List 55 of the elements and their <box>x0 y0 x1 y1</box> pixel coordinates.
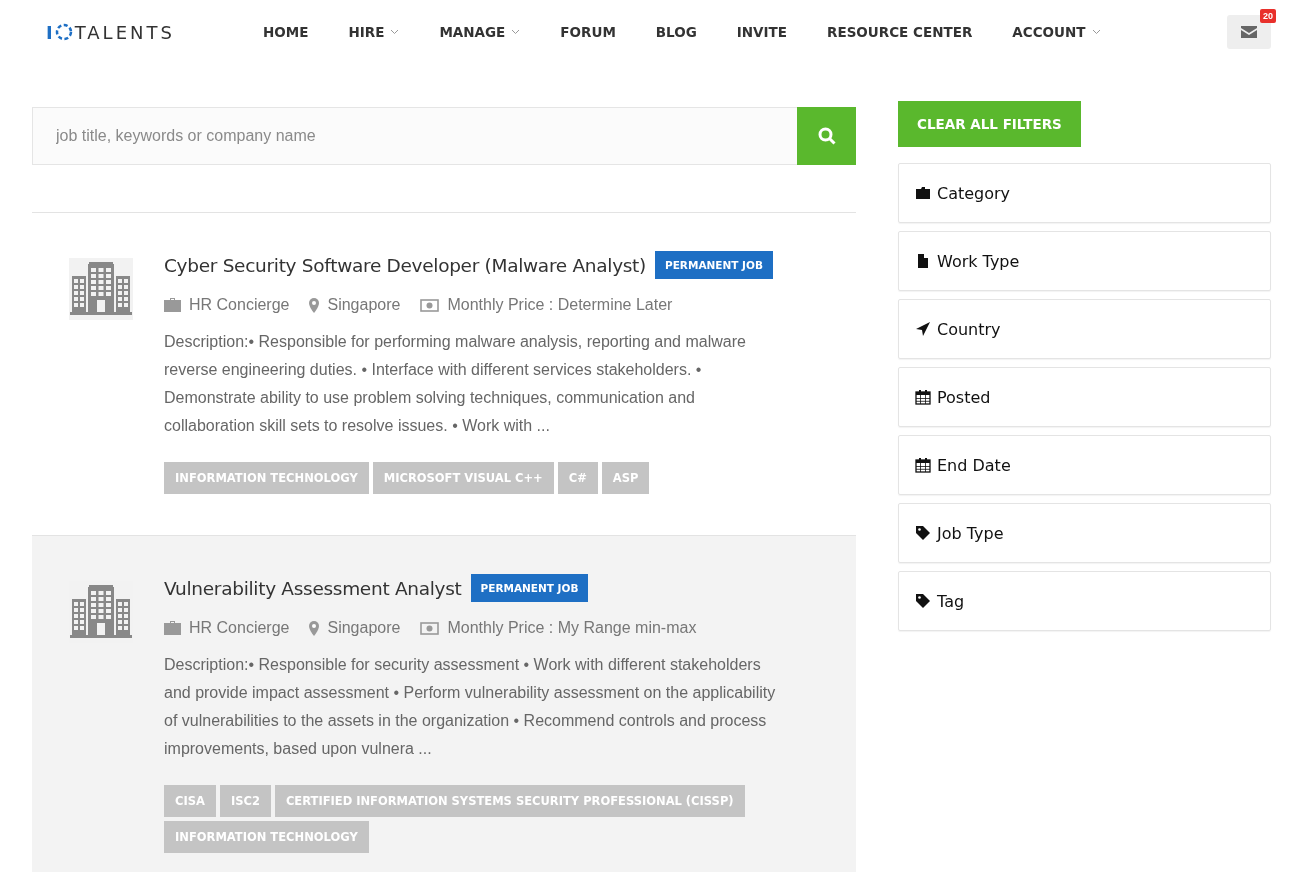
briefcase-icon <box>164 621 181 635</box>
search-field[interactable]: job title, keywords or company name <box>32 107 797 165</box>
map-pin-icon <box>309 297 320 313</box>
filter-label: Category <box>937 183 1011 203</box>
filter-label: Job Type <box>937 523 1004 543</box>
search-button[interactable] <box>797 107 856 165</box>
job-description: Description:• Responsible for security assessment • Work with different stakeholders and provide impact assessment • Perform vulnerability assessment on the applicability of vulnerabilities to the assets in the organization • Recommend controls and process improvements, based upon vulnera ... <box>164 655 777 759</box>
job-description: Description:• Responsible for performing malware analysis, reporting and malware reverse engineering duties. • Interface with different services stakeholders. • Demonstrate ability to use problem solving techniques, communication and collaboration skill sets to resolve issues. • Work with ... <box>164 332 747 436</box>
filter-label: Posted <box>937 387 991 407</box>
job-type-badge: PERMANENT JOB <box>470 574 589 602</box>
calendar-icon <box>915 389 931 405</box>
job-type-badge: PERMANENT JOB <box>655 251 773 279</box>
filter-panel[interactable]: End Date <box>898 435 1271 495</box>
filter-panel[interactable]: Country <box>898 299 1271 359</box>
job-price: Monthly Price : Determine Later <box>447 296 673 314</box>
filter-panel[interactable]: Work Type <box>898 231 1271 291</box>
filter-panel[interactable]: Posted <box>898 367 1271 427</box>
job-location: Singapore <box>327 619 401 637</box>
nav-link[interactable]: HIRE <box>328 24 420 40</box>
briefcase-icon <box>164 298 181 312</box>
filter-label: End Date <box>937 455 1011 475</box>
messages-button[interactable] <box>1227 15 1271 49</box>
job-title[interactable]: Vulnerability Assessment Analyst <box>164 577 462 599</box>
file-icon <box>915 253 931 269</box>
filter-panel[interactable]: Tag <box>898 571 1271 631</box>
job-title[interactable]: Cyber Security Software Developer (Malware Analyst) <box>164 254 646 276</box>
banknote-icon <box>420 621 440 635</box>
nav-link[interactable]: FORUM <box>540 24 636 40</box>
map-pin-icon <box>309 620 320 636</box>
folder-icon <box>915 185 931 201</box>
nav-link[interactable]: INVITE <box>716 24 808 40</box>
tag-icon <box>915 593 931 609</box>
nav-link[interactable]: MANAGE <box>419 24 541 40</box>
location-arrow-icon <box>915 321 931 337</box>
company-name: HR Concierge <box>189 619 290 637</box>
calendar-icon <box>915 457 931 473</box>
filter-label: Work Type <box>937 251 1020 271</box>
job-price: Monthly Price : My Range min-max <box>447 619 697 637</box>
envelope-icon <box>1241 26 1257 38</box>
logo-ring-icon <box>54 23 73 41</box>
nav-link[interactable]: HOME <box>243 24 329 40</box>
logo[interactable]: I TALENTS <box>46 21 226 43</box>
nav-link[interactable]: RESOURCE CENTER <box>807 24 993 40</box>
job-location: Singapore <box>327 296 401 314</box>
nav-link[interactable]: ACCOUNT <box>992 24 1121 40</box>
company-name: HR Concierge <box>189 296 290 314</box>
search-icon <box>817 127 836 145</box>
nav-link[interactable]: BLOG <box>635 24 717 40</box>
filter-label: Country <box>937 319 1001 339</box>
notification-count: 20 <box>1260 9 1276 23</box>
filter-label: Tag <box>937 591 965 611</box>
banknote-icon <box>420 298 440 312</box>
filter-panel[interactable]: Job Type <box>898 503 1271 563</box>
filter-panel[interactable]: Category <box>898 163 1271 223</box>
tag-icon <box>915 525 931 541</box>
